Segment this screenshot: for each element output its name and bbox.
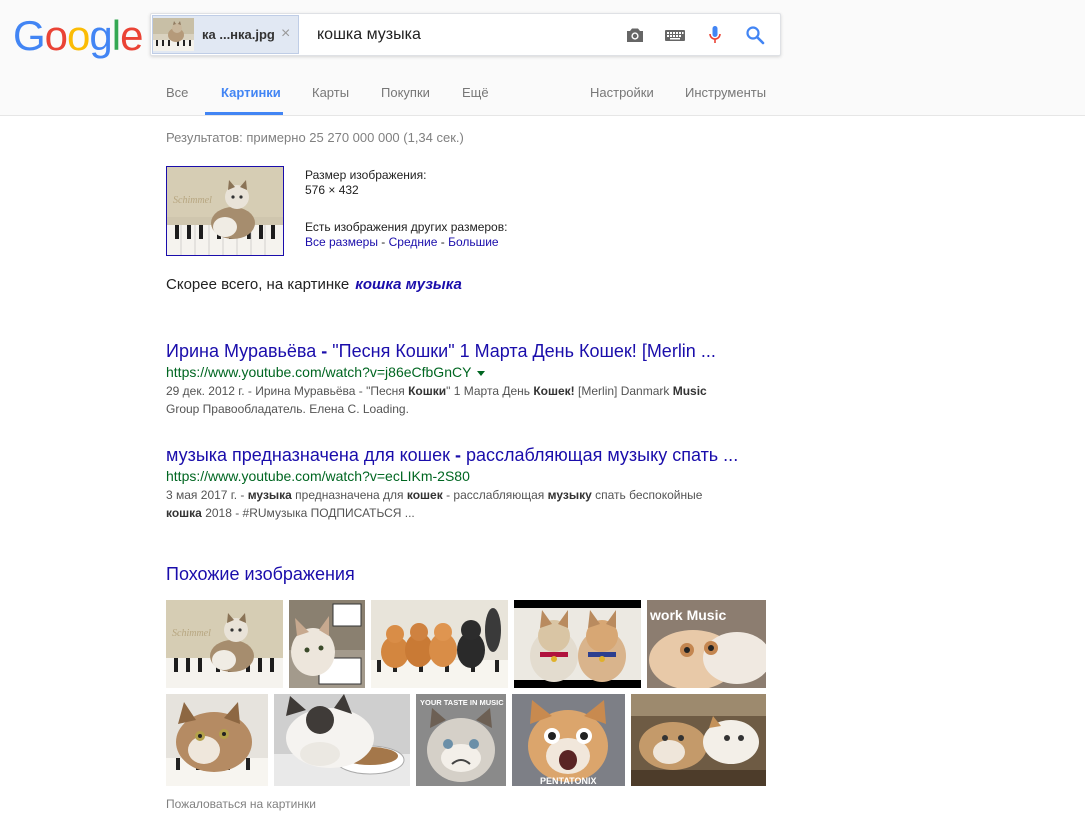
- all-sizes-link[interactable]: Все размеры: [305, 235, 378, 249]
- snippet-bold: Кошек!: [533, 384, 575, 398]
- logo-letter: e: [120, 12, 143, 59]
- best-guess-link[interactable]: кошка музыка: [355, 276, 462, 293]
- tab-images[interactable]: Картинки: [221, 85, 281, 100]
- similar-image-thumbnail[interactable]: Schimmel: [166, 600, 283, 688]
- snippet-part: - расслабляющая: [442, 488, 548, 502]
- search-result: Ирина Муравьёва - "Песня Кошки" 1 Марта …: [166, 341, 766, 418]
- search-icon[interactable]: [743, 23, 767, 47]
- result-url: https://www.youtube.com/watch?v=ecLIKm-2…: [166, 468, 766, 484]
- result-title-part: Ирина Муравьёва: [166, 341, 322, 361]
- best-guess: Скорее всего, на картинке кошка музыка: [166, 276, 462, 293]
- result-url: https://www.youtube.com/watch?v=j86eCfbG…: [166, 364, 766, 380]
- result-title-part: -: [321, 341, 333, 361]
- result-title-part: расслабляющая музыку спать ...: [466, 445, 739, 465]
- snippet-part: спать беспокойные: [591, 488, 703, 502]
- active-tab-indicator: [205, 112, 283, 115]
- logo-letter: o: [44, 12, 68, 59]
- similar-image-thumbnail[interactable]: PENTATONIX: [512, 694, 625, 786]
- snippet-part: " 1 Марта День: [446, 384, 534, 398]
- dropdown-arrow-icon[interactable]: [477, 370, 486, 376]
- snippet-part: Group Правообладатель. Елена С. Loading.: [166, 402, 409, 416]
- similar-image-thumbnail[interactable]: [166, 694, 268, 786]
- tab-shopping[interactable]: Покупки: [381, 85, 430, 100]
- result-title[interactable]: музыка предназначена для кошек - расслаб…: [166, 445, 766, 466]
- image-size-value: 576 × 432: [305, 183, 359, 197]
- search-result: музыка предназначена для кошек - расслаб…: [166, 445, 766, 522]
- svg-text:Schimmel: Schimmel: [172, 628, 211, 639]
- query-image-thumbnail[interactable]: Schimmel: [166, 166, 284, 256]
- similar-image-thumbnail[interactable]: [371, 600, 508, 688]
- result-stats: Результатов: примерно 25 270 000 000 (1,…: [166, 130, 464, 145]
- chip-thumbnail: [153, 18, 194, 51]
- tab-tools[interactable]: Инструменты: [685, 85, 766, 100]
- snippet-bold: кошка: [166, 506, 202, 520]
- image-caption: PENTATONIX: [540, 776, 597, 786]
- medium-size-link[interactable]: Средние: [389, 235, 438, 249]
- snippet-part: 3 мая 2017 г. -: [166, 488, 248, 502]
- image-caption: YOUR TASTE IN MUSIC SUCKS: [420, 698, 506, 707]
- large-size-link[interactable]: Большие: [448, 235, 499, 249]
- similar-image-thumbnail[interactable]: [289, 600, 365, 688]
- query-image-chip[interactable]: ка ...нка.jpg ×: [152, 15, 299, 54]
- snippet-bold: Music: [672, 384, 707, 398]
- similar-images-title[interactable]: Похожие изображения: [166, 564, 355, 585]
- snippet-bold: кошек: [406, 488, 443, 502]
- report-images-link[interactable]: Пожаловаться на картинки: [166, 797, 316, 811]
- image-caption: work Music: [649, 607, 726, 623]
- tab-all[interactable]: Все: [166, 85, 188, 100]
- svg-text:Schimmel: Schimmel: [173, 195, 212, 206]
- size-separator: -: [377, 235, 389, 249]
- similar-image-thumbnail[interactable]: [274, 694, 410, 786]
- similar-image-thumbnail[interactable]: [631, 694, 766, 786]
- logo-letter: l: [111, 12, 121, 59]
- snippet-part: предназначена для: [291, 488, 407, 502]
- snippet-bold: Кошки: [408, 384, 447, 398]
- google-logo[interactable]: Google: [13, 12, 143, 59]
- other-sizes-label: Есть изображения других размеров:: [305, 220, 508, 234]
- result-title-part: -: [455, 445, 466, 465]
- result-title-part: "Песня Кошки" 1 Марта День Кошек! [Merli…: [332, 341, 716, 361]
- similar-image-thumbnail[interactable]: [514, 600, 641, 688]
- size-separator: -: [437, 235, 449, 249]
- chip-filename: ка ...нка.jpg: [202, 27, 275, 42]
- result-snippet: 3 мая 2017 г. - музыка предназначена для…: [166, 486, 766, 522]
- logo-letter: o: [67, 12, 90, 59]
- logo-letter: g: [89, 12, 112, 59]
- size-links: Все размеры - Средние - Большие: [305, 235, 499, 249]
- snippet-bold: музыку: [547, 488, 592, 502]
- snippet-part: [Merlin] Danmark: [574, 384, 673, 398]
- logo-letter: G: [13, 12, 46, 59]
- tab-maps[interactable]: Карты: [312, 85, 349, 100]
- snippet-part: 2018 - #RUмузыка ПОДПИСАТЬСЯ ...: [201, 506, 415, 520]
- search-tabs: Все Картинки Карты Покупки Ещё Настройки…: [0, 72, 1085, 115]
- microphone-icon[interactable]: [703, 23, 727, 47]
- image-size-label: Размер изображения:: [305, 168, 427, 182]
- result-url-text: https://www.youtube.com/watch?v=ecLIKm-2…: [166, 468, 470, 484]
- similar-image-thumbnail[interactable]: work Music: [647, 600, 766, 688]
- search-input[interactable]: [317, 14, 607, 55]
- result-title-part: музыка предназначена для кошек: [166, 445, 455, 465]
- close-icon[interactable]: ×: [281, 25, 290, 43]
- similar-image-thumbnail[interactable]: YOUR TASTE IN MUSIC SUCKS: [416, 694, 506, 786]
- result-url-text: https://www.youtube.com/watch?v=j86eCfbG…: [166, 364, 472, 380]
- camera-icon[interactable]: [623, 23, 647, 47]
- result-snippet: 29 дек. 2012 г. - Ирина Муравьёва - "Пес…: [166, 382, 766, 418]
- tab-settings[interactable]: Настройки: [590, 85, 654, 100]
- keyboard-icon[interactable]: [663, 23, 687, 47]
- snippet-bold: музыка: [247, 488, 292, 502]
- tab-more[interactable]: Ещё: [462, 85, 489, 100]
- best-guess-label: Скорее всего, на картинке: [166, 276, 350, 293]
- header-bar: Google ка ...нка.jpg × кошка музыка Все …: [0, 0, 1085, 116]
- search-box: ка ...нка.jpg ×: [150, 13, 781, 56]
- snippet-part: 29 дек. 2012 г. - Ирина Муравьёва - "Пес…: [166, 384, 409, 398]
- result-title[interactable]: Ирина Муравьёва - "Песня Кошки" 1 Марта …: [166, 341, 766, 362]
